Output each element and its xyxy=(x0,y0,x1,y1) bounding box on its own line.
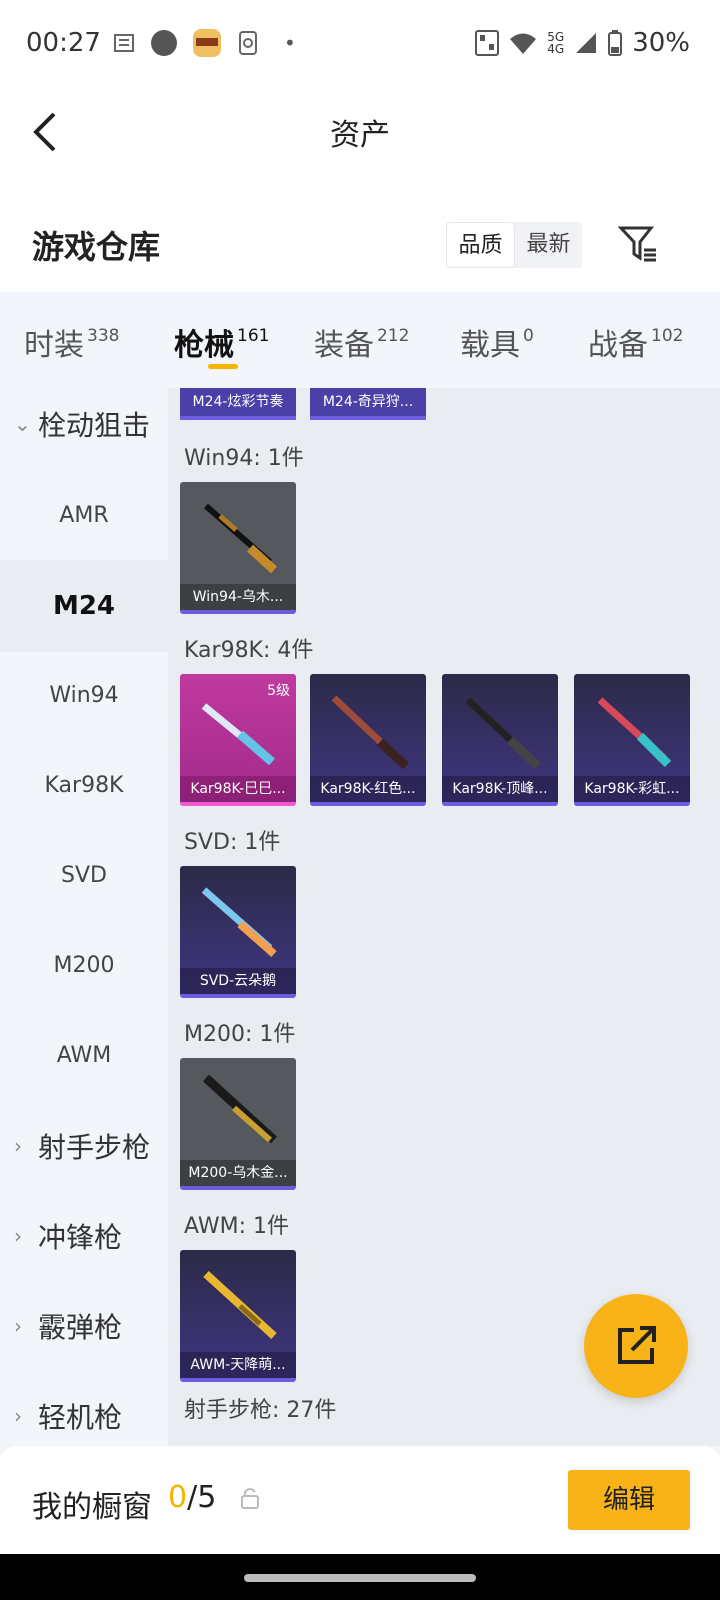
sidebar-category-bolt-sniper[interactable]: ⌄ 栓动狙击 xyxy=(14,404,150,444)
rifle-image xyxy=(202,1074,278,1144)
rifle-image xyxy=(465,697,542,770)
tab-gear[interactable]: 战备 102 xyxy=(588,320,683,364)
status-bar: 00:27 • 5G 4G 30% xyxy=(0,0,720,88)
item-card[interactable]: Kar98K-彩虹... xyxy=(574,674,690,806)
signal-icon xyxy=(576,33,597,53)
sidebar-category-shotgun[interactable]: › 霰弹枪 xyxy=(14,1306,122,1346)
weapon-sidebar: ⌄ 栓动狙击 AMR M24 Win94 Kar98K SVD M200 AWM… xyxy=(0,388,168,1446)
sidebar-category-dmr[interactable]: › 射手步枪 xyxy=(14,1126,150,1166)
status-right: 5G 4G 30% xyxy=(475,28,690,58)
group-label-awm: AWM: 1件 xyxy=(184,1214,289,1239)
item-name: Kar98K-红色... xyxy=(310,776,426,802)
document-icon xyxy=(114,34,134,52)
share-button[interactable] xyxy=(584,1294,688,1398)
sidebar-item-m24[interactable]: M24 xyxy=(0,560,168,652)
edit-button[interactable]: 编辑 xyxy=(568,1470,690,1530)
sort-quality-button[interactable]: 品质 xyxy=(446,222,515,268)
battery-icon xyxy=(608,30,623,56)
rifle-image xyxy=(331,695,410,770)
rifle-image xyxy=(597,697,672,768)
sidebar-item-awm[interactable]: AWM xyxy=(0,1010,168,1102)
item-name: Kar98K-顶峰... xyxy=(442,776,558,802)
tab-fashion[interactable]: 时装 338 xyxy=(24,320,119,364)
item-name: Kar98K-彩虹... xyxy=(574,776,690,802)
sidebar-item-kar98k[interactable]: Kar98K xyxy=(0,740,168,832)
page-title: 资产 xyxy=(330,118,390,153)
chevron-down-icon: ⌄ xyxy=(14,412,31,436)
wifi-icon xyxy=(510,33,537,54)
system-nav-bar xyxy=(0,1554,720,1600)
item-card[interactable]: 5级 Kar98K-巳巳... xyxy=(180,674,296,806)
chevron-right-icon: › xyxy=(14,1224,22,1248)
sidebar-item-amr[interactable]: AMR xyxy=(0,470,168,562)
showcase-label: 我的橱窗 xyxy=(32,1490,152,1525)
game-app-icon xyxy=(193,29,221,57)
active-tab-indicator xyxy=(208,364,238,369)
filter-icon[interactable] xyxy=(618,224,658,264)
item-card[interactable]: Kar98K-顶峰... xyxy=(442,674,558,806)
notification-icons: • xyxy=(112,28,296,58)
home-gesture-bar[interactable] xyxy=(244,1574,476,1582)
warehouse-header: 游戏仓库 品质 最新 xyxy=(0,176,720,292)
status-time: 00:27 xyxy=(26,28,101,58)
item-card[interactable]: M24-奇异狩... xyxy=(310,388,426,420)
chevron-right-icon: › xyxy=(14,1404,22,1428)
tab-vehicles[interactable]: 载具 0 xyxy=(460,320,534,364)
more-dot-icon: • xyxy=(284,31,296,55)
tab-equipment[interactable]: 装备 212 xyxy=(314,320,409,364)
group-label-m200: M200: 1件 xyxy=(184,1022,296,1047)
showcase-count: 0/5 xyxy=(168,1480,217,1515)
group-label-win94: Win94: 1件 xyxy=(184,446,304,471)
chevron-right-icon: › xyxy=(14,1134,22,1158)
item-name: AWM-天降萌... xyxy=(180,1352,296,1378)
rifle-image xyxy=(203,1271,277,1339)
group-label-svd: SVD: 1件 xyxy=(184,830,281,855)
sort-toggle: 品质 最新 xyxy=(446,222,582,268)
app-header: 资产 xyxy=(0,88,720,176)
item-card[interactable]: AWM-天降萌... xyxy=(180,1250,296,1382)
item-card[interactable]: Kar98K-红色... xyxy=(310,674,426,806)
sync-icon xyxy=(239,31,257,55)
sort-latest-button[interactable]: 最新 xyxy=(515,222,582,268)
group-label-dmr: 射手步枪: 27件 xyxy=(184,1398,337,1423)
battery-percent: 30% xyxy=(632,28,690,58)
external-link-icon xyxy=(618,1326,656,1364)
sidebar-item-m200[interactable]: M200 xyxy=(0,920,168,1012)
item-name: Win94-乌木... xyxy=(180,584,296,610)
item-card[interactable]: M24-炫彩节奏 xyxy=(180,388,296,420)
sidebar-category-smg[interactable]: › 冲锋枪 xyxy=(14,1216,122,1256)
network-type: 5G 4G xyxy=(547,30,565,56)
item-card[interactable]: SVD-云朵鹅 xyxy=(180,866,296,998)
sidebar-category-lmg[interactable]: › 轻机枪 xyxy=(14,1396,122,1436)
sidebar-item-svd[interactable]: SVD xyxy=(0,830,168,922)
sidebar-item-win94[interactable]: Win94 xyxy=(0,650,168,742)
rifle-image xyxy=(204,503,278,574)
category-tabs: 时装 338 枪械 161 装备 212 载具 0 战备 102 xyxy=(0,292,720,388)
rifle-image xyxy=(201,703,275,766)
warehouse-title: 游戏仓库 xyxy=(32,228,161,266)
chevron-right-icon: › xyxy=(14,1314,22,1338)
tab-guns[interactable]: 枪械 161 xyxy=(174,320,269,364)
nfc-icon xyxy=(475,30,500,56)
item-card[interactable]: Win94-乌木... xyxy=(180,482,296,614)
lock-icon xyxy=(241,1488,259,1509)
circle-icon xyxy=(151,30,177,56)
item-card[interactable]: M200-乌木金... xyxy=(180,1058,296,1190)
group-label-kar98k: Kar98K: 4件 xyxy=(184,638,314,663)
item-name: SVD-云朵鹅 xyxy=(180,968,296,994)
item-name: Kar98K-巳巳... xyxy=(180,776,296,802)
showcase-bar: 我的橱窗 0/5 编辑 xyxy=(0,1446,720,1554)
weapon-list: M24-炫彩节奏 M24-奇异狩... Win94: 1件 Win94-乌木..… xyxy=(168,388,720,1446)
item-name: M200-乌木金... xyxy=(180,1160,296,1186)
rifle-image xyxy=(201,887,277,957)
